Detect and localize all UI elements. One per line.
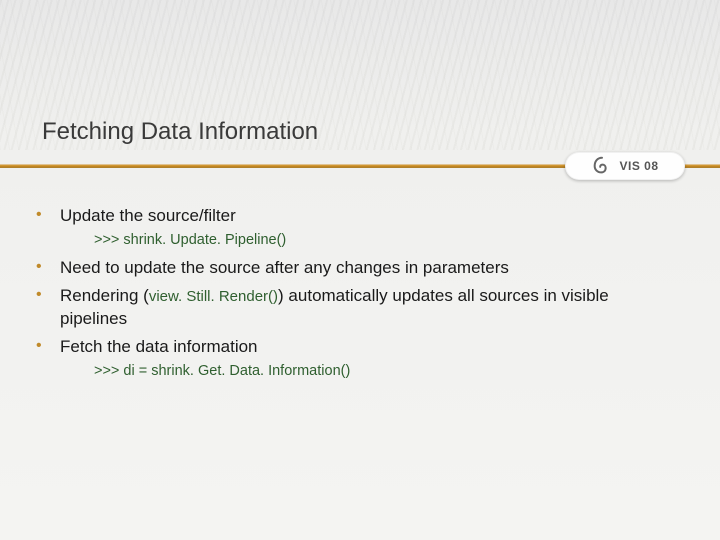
bullet-text-pre: Rendering ( [60, 286, 149, 305]
code-line: >>> di = shrink. Get. Data. Information(… [94, 363, 672, 379]
title-area: Fetching Data Information [0, 0, 720, 146]
bullet-marker: • [34, 256, 60, 278]
code-line: >>> shrink. Update. Pipeline() [94, 232, 672, 248]
bullet-text: Fetch the data information [60, 335, 672, 359]
bullet-item: • Fetch the data information [34, 335, 672, 359]
slide-title: Fetching Data Information [42, 118, 720, 146]
inline-code: view. Still. Render() [149, 288, 278, 305]
logo-text: VIS 08 [619, 159, 658, 173]
bullet-marker: • [34, 204, 60, 226]
bullet-item: • Rendering (view. Still. Render()) auto… [34, 284, 672, 332]
logo-badge: VIS 08 [565, 152, 685, 180]
bullet-text: Rendering (view. Still. Render()) automa… [60, 284, 672, 332]
content-area: • Update the source/filter >>> shrink. U… [0, 178, 720, 379]
divider: VIS 08 [0, 156, 720, 178]
bullet-marker: • [34, 335, 60, 357]
bullet-item: • Update the source/filter [34, 204, 672, 228]
bullet-marker: • [34, 284, 60, 306]
bullet-text: Update the source/filter [60, 204, 672, 228]
swirl-icon [591, 155, 613, 177]
bullet-text: Need to update the source after any chan… [60, 256, 672, 280]
bullet-item: • Need to update the source after any ch… [34, 256, 672, 280]
